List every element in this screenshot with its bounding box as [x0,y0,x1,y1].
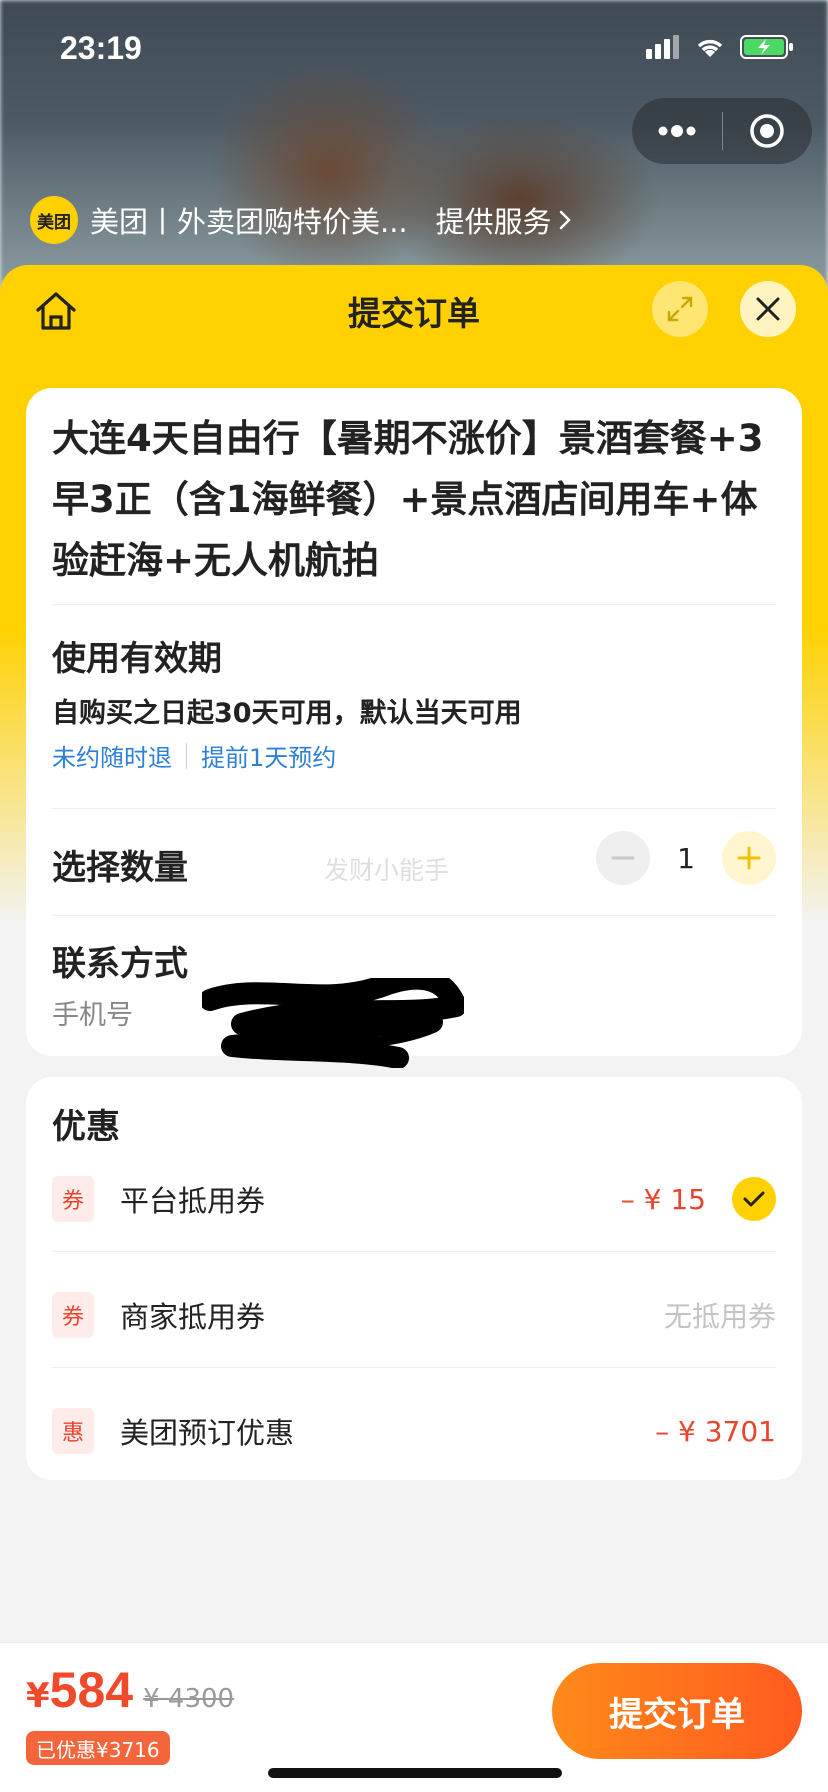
more-button[interactable] [632,98,722,164]
status-time: 23:19 [60,30,142,66]
booking-discount-row: 惠 美团预订优惠 – ¥ 3701 [52,1401,776,1461]
redacted-phone-scribble [202,978,464,1068]
divider [52,915,776,916]
total-price: ¥ 584 ¥ 4300 [26,1661,234,1719]
booking-discount-label: 美团预订优惠 [120,1416,295,1450]
expand-button[interactable] [652,281,708,337]
divider [52,604,776,605]
tag-separator [186,742,187,769]
discount-badge: 惠 [52,1408,94,1454]
merchant-coupon-row[interactable]: 券 商家抵用券 无抵用券 [52,1285,776,1345]
status-bar: 23:19 [0,0,828,100]
expand-icon [667,296,693,322]
increase-quantity-button[interactable] [722,831,776,885]
merchant-coupon-value: 无抵用券 [663,1300,776,1333]
platform-coupon-row[interactable]: 券 平台抵用券 – ¥ 15 [52,1169,776,1229]
target-circle-icon [750,114,784,148]
coupon-badge: 券 [52,1292,94,1338]
contact-title: 联系方式 [52,944,188,984]
savings-badge: 已优惠¥3716 [26,1731,170,1765]
decrease-quantity-button[interactable] [596,831,650,885]
cellular-signal-icon [646,35,679,59]
product-title: 大连4天自由行【暑期不涨价】景酒套餐+3早3正（含1海鲜餐）+景点酒店间用车+体… [52,417,764,582]
watermark-text: 发财小能手 [324,856,450,885]
more-dots-icon [658,125,696,137]
booking-discount-value: – ¥ 3701 [655,1414,776,1448]
chevron-right-icon [559,210,571,230]
original-price: ¥ 4300 [143,1684,235,1714]
minus-icon [611,856,635,860]
provider-service-label: 提供服务 [435,205,552,239]
close-button[interactable] [740,281,796,337]
exit-miniprogram-button[interactable] [723,98,813,164]
wifi-icon [697,39,723,57]
plus-icon [737,846,761,870]
quantity-stepper: 1 [596,831,776,885]
validity-tags: 未约随时退 提前1天预约 [52,738,336,773]
validity-text: 自购买之日起30天可用，默认当天可用 [52,698,522,729]
phone-label: 手机号 [52,1000,133,1031]
status-icons [646,34,794,60]
submit-order-button[interactable]: 提交订单 [552,1663,802,1759]
merchant-coupon-label: 商家抵用券 [120,1300,266,1334]
divider [52,1251,776,1252]
close-icon [756,297,780,321]
quantity-value: 1 [677,841,695,875]
miniprogram-capsule [632,98,812,164]
order-sheet: 提交订单 大连4天自由行【暑期不涨价】景酒套餐+3早3正（含1海鲜餐）+景点酒店… [0,265,828,1792]
platform-coupon-label: 平台抵用券 [120,1184,266,1218]
currency-symbol: ¥ [26,1676,50,1716]
discounts-title: 优惠 [52,1107,120,1147]
platform-coupon-check[interactable] [732,1177,776,1221]
refund-tag: 未约随时退 [52,744,172,772]
platform-coupon-value: – ¥ 15 [620,1182,706,1216]
divider [52,808,776,809]
provider-name: 美团丨外卖团购特价美... [90,205,408,239]
divider [52,1367,776,1368]
discounts-card: 优惠 券 平台抵用券 – ¥ 15 券 商家抵用券 无抵用券 惠 美团预订优惠 … [26,1077,802,1480]
service-provider-bar[interactable]: 美团 美团丨外卖团购特价美... 提供服务 [30,195,572,245]
sheet-header: 提交订单 [0,265,828,365]
provider-service-link[interactable]: 提供服务 [436,199,572,241]
order-info-card: 大连4天自由行【暑期不涨价】景酒套餐+3早3正（含1海鲜餐）+景点酒店间用车+体… [26,388,802,1068]
validity-title: 使用有效期 [52,639,222,679]
checkmark-icon [743,1191,765,1207]
meituan-logo: 美团 [30,196,78,244]
coupon-badge: 券 [52,1176,94,1222]
booking-tag: 提前1天预约 [201,744,337,772]
battery-charging-icon [740,35,793,59]
price-amount: 584 [49,1662,134,1718]
home-indicator [268,1768,562,1778]
quantity-title: 选择数量 [52,848,188,888]
